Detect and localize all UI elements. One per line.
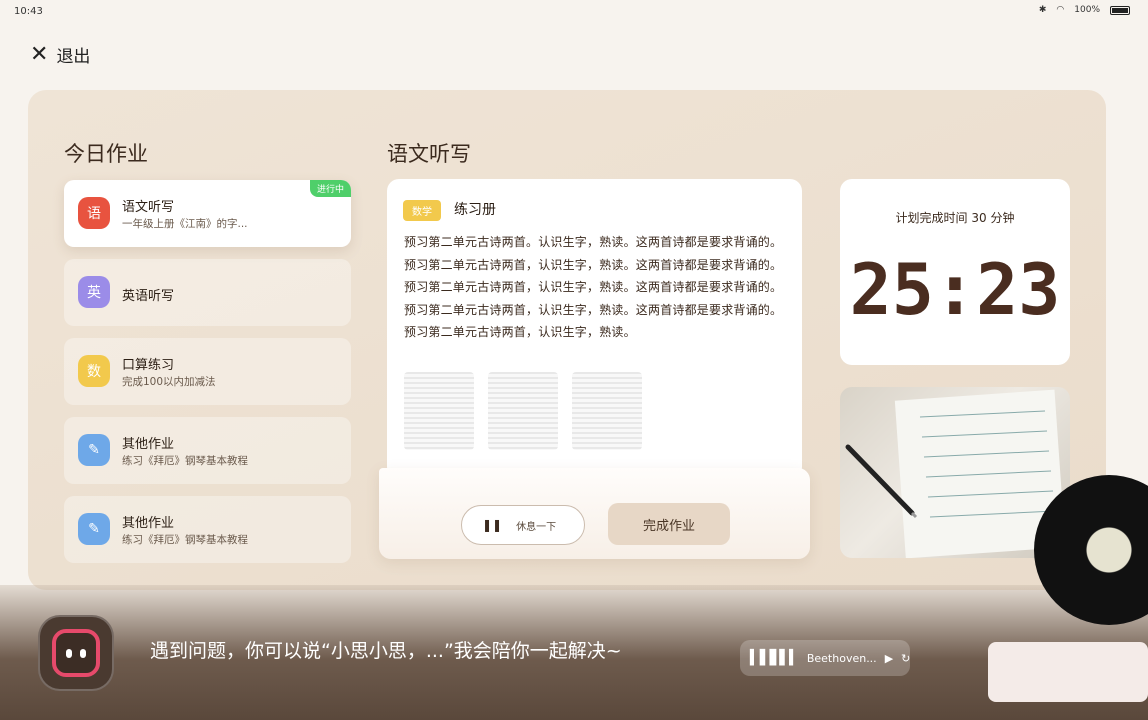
exit-label: 退出: [56, 47, 91, 67]
status-icons: ✱ ◠ 100%: [1039, 5, 1130, 15]
homework-item-other-1[interactable]: ✎ 其他作业 练习《拜厄》钢琴基本教程: [64, 417, 351, 484]
bluetooth-icon: ✱: [1038, 5, 1047, 15]
chinese-subject-icon: 语: [78, 197, 110, 229]
homework-item-title: 语文听写: [122, 200, 175, 215]
timer-value: 25:23: [849, 249, 1061, 331]
task-title: 语文听写: [387, 142, 471, 166]
assistant-prompt: 遇到问题，你可以说“小思小思，...”我会陪你一起解决~: [150, 640, 622, 662]
pen-icon: ✎: [78, 513, 110, 545]
status-bar: 10:43 ✱ ◠ 100%: [0, 0, 1148, 24]
timer-label: 计划完成时间 30 分钟: [895, 211, 1015, 225]
homework-item-subtitle: 练习《拜厄》钢琴基本教程: [122, 534, 248, 546]
english-subject-icon: 英: [78, 276, 110, 308]
task-content: 预习第二单元古诗两首。认识生字，熟读。这两首诗都是要求背诵的。预习第二单元古诗两…: [404, 235, 783, 339]
repeat-icon[interactable]: ↻: [901, 652, 910, 665]
homework-item-title: 其他作业: [122, 516, 175, 531]
homework-panel: 今日作业 语文听写 语 语文听写 一年级上册《江南》的字... 进行中 英 英语…: [28, 90, 1106, 590]
homework-title: 今日作业: [64, 142, 148, 166]
math-subject-icon: 数: [78, 355, 110, 387]
track-name: Beethoven...: [806, 651, 877, 665]
assistant-bar: 遇到问题，你可以说“小思小思，...”我会陪你一起解决~ ▍▌▋▌▍ Beeth…: [0, 585, 1148, 720]
homework-item-math[interactable]: 数 口算练习 完成100以内加减法: [64, 338, 351, 405]
finish-homework-button[interactable]: 完成作业: [608, 503, 730, 545]
exit-button[interactable]: ✕ 退出: [30, 42, 90, 67]
subject-tag: 数学: [403, 200, 441, 221]
pause-button[interactable]: ❚❚ 休息一下: [461, 505, 585, 545]
close-icon: ✕: [30, 41, 49, 67]
wifi-icon: ◠: [1056, 5, 1065, 15]
assistant-avatar[interactable]: [38, 615, 114, 691]
homework-item-subtitle: 练习《拜厄》钢琴基本教程: [122, 455, 248, 467]
homework-item-english[interactable]: 英 英语听写: [64, 259, 351, 326]
pause-label: 休息一下: [516, 521, 557, 533]
homework-item-title: 其他作业: [122, 437, 175, 452]
timer-card: 计划完成时间 30 分钟 25:23: [840, 179, 1070, 365]
homework-item-subtitle: 一年级上册《江南》的字...: [122, 218, 248, 230]
homework-item-chinese[interactable]: 语 语文听写 一年级上册《江南》的字... 进行中: [64, 180, 351, 247]
worksheet-thumbnail[interactable]: [488, 372, 558, 450]
play-icon[interactable]: ▶: [885, 652, 893, 665]
pen-icon: ✎: [78, 434, 110, 466]
battery-percent: 100%: [1074, 5, 1100, 15]
robot-face-icon: [52, 629, 100, 677]
sound-wave-icon: ▍▌▋▌▍: [750, 650, 800, 666]
book-title: 练习册: [454, 202, 496, 218]
worksheet-thumbnail[interactable]: [572, 372, 642, 450]
record-player-icon: [988, 642, 1148, 702]
homework-item-subtitle: 完成100以内加减法: [122, 376, 216, 388]
task-card: 数学 练习册 预习第二单元古诗两首。认识生字，熟读。这两首诗都是要求背诵的。预习…: [387, 179, 802, 479]
music-player[interactable]: ▍▌▋▌▍ Beethoven... ▶ ↻: [740, 640, 910, 676]
status-badge: 进行中: [309, 180, 351, 197]
battery-icon: [1110, 5, 1130, 15]
worksheet-thumbnail[interactable]: [404, 372, 474, 450]
task-controls: ❚❚ 休息一下 完成作业: [379, 468, 810, 559]
homework-item-title: 英语听写: [122, 289, 175, 304]
status-time: 10:43: [14, 6, 43, 17]
homework-item-other-2[interactable]: ✎ 其他作业 练习《拜厄》钢琴基本教程: [64, 496, 351, 563]
pause-icon: ❚❚: [482, 518, 503, 532]
homework-item-title: 口算练习: [122, 358, 175, 373]
